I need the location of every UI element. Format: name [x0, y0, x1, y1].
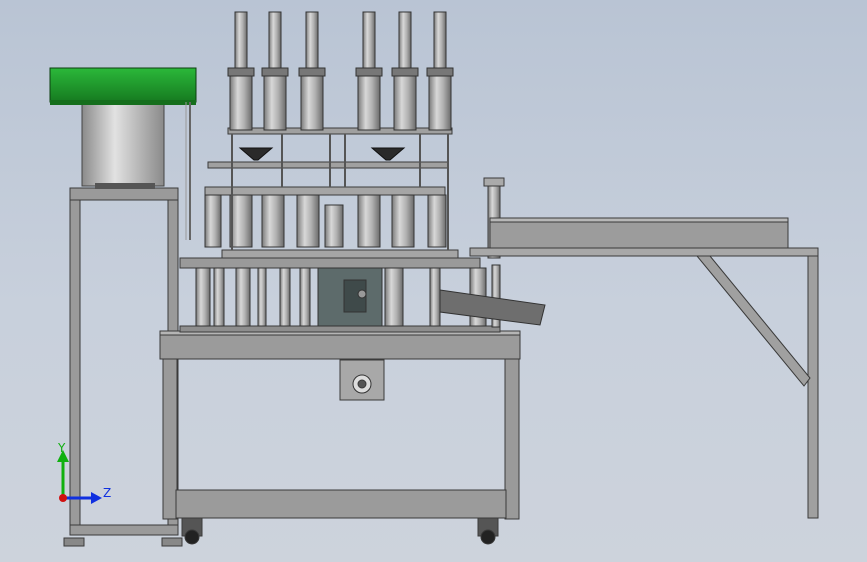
- triad-z-label: Z: [103, 486, 112, 500]
- main-table: [159, 330, 521, 545]
- central-drive: [317, 267, 383, 327]
- cad-viewport[interactable]: Y Z: [0, 0, 867, 562]
- machine-model: [49, 11, 819, 547]
- top-cylinders: [227, 11, 454, 131]
- funnels: [238, 147, 406, 161]
- middle-cylinders: [204, 194, 447, 248]
- x-axis-dot: [59, 494, 67, 502]
- triad-y-label: Y: [58, 441, 66, 455]
- conveyor: [469, 177, 819, 519]
